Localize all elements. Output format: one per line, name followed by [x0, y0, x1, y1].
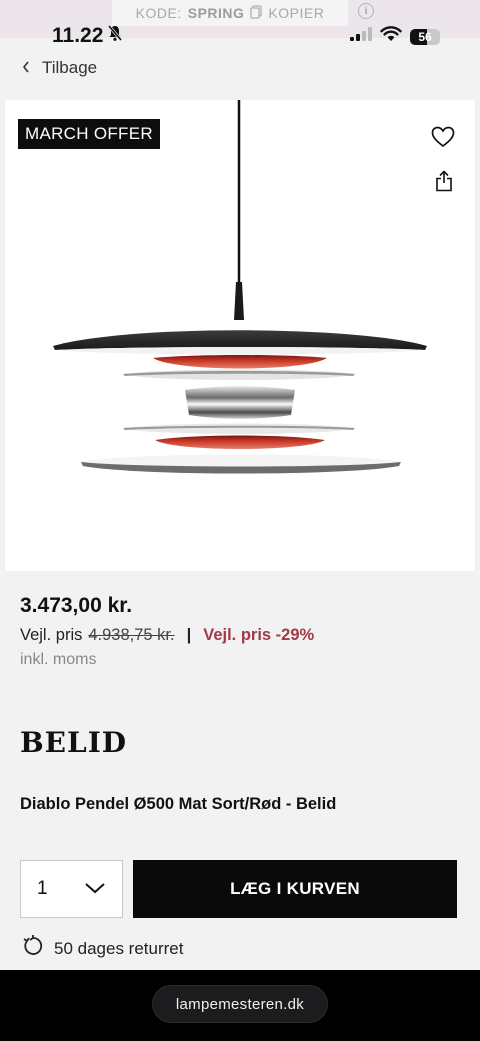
- promo-code-value: SPRING: [187, 5, 245, 21]
- back-link[interactable]: Tilbage: [22, 58, 97, 78]
- rrp-line: Vejl. pris 4.938,75 kr. | Vejl. pris -29…: [20, 626, 314, 645]
- quantity-value: 1: [37, 878, 48, 899]
- rrp-label: Vejl. pris: [20, 626, 83, 644]
- rrp-value: 4.938,75 kr.: [88, 626, 175, 644]
- info-icon[interactable]: i: [358, 3, 374, 19]
- vat-note: inkl. moms: [20, 651, 97, 668]
- add-to-cart-button[interactable]: LÆG I KURVEN: [133, 860, 457, 918]
- quantity-select[interactable]: 1: [20, 860, 123, 918]
- offer-badge: MARCH OFFER: [18, 119, 160, 149]
- returns-info: 50 dages returret: [22, 935, 183, 962]
- copy-icon: [250, 4, 263, 22]
- returns-label: 50 dages returret: [54, 938, 184, 958]
- battery-percent: 56: [418, 29, 432, 44]
- status-indicators: 56: [350, 26, 440, 47]
- mute-bell-icon: [107, 24, 123, 48]
- wifi-icon: [380, 26, 402, 47]
- pendant-lamp-image: [53, 100, 427, 474]
- chevron-left-icon: [22, 58, 30, 78]
- promo-code-label: KODE:: [135, 5, 182, 21]
- heart-icon[interactable]: [431, 126, 455, 153]
- chevron-down-icon: [84, 878, 106, 900]
- clock-text: 11.22: [52, 24, 104, 47]
- rrp-separator: |: [186, 626, 192, 644]
- browser-bottom-bar: lampemesteren.dk: [0, 970, 480, 1041]
- brand-logo[interactable]: BELID: [20, 726, 127, 759]
- battery-icon: 56: [410, 28, 440, 45]
- product-title: Diablo Pendel Ø500 Mat Sort/Rød - Belid: [20, 795, 337, 813]
- return-arrow-icon: [22, 935, 44, 962]
- url-bar[interactable]: lampemesteren.dk: [152, 985, 328, 1023]
- product-price: 3.473,00 kr.: [20, 594, 133, 617]
- status-time: 11.22: [52, 24, 123, 48]
- info-glyph: i: [364, 5, 368, 17]
- product-image-card[interactable]: MARCH OFFER: [5, 100, 475, 571]
- discount-label: Vejl. pris -29%: [203, 626, 315, 644]
- copy-code-button[interactable]: KOPIER: [268, 5, 324, 21]
- signal-icon: [350, 27, 372, 46]
- promo-code-pill[interactable]: KODE: SPRING KOPIER: [112, 0, 348, 26]
- back-label: Tilbage: [42, 58, 98, 77]
- share-icon[interactable]: [435, 170, 453, 197]
